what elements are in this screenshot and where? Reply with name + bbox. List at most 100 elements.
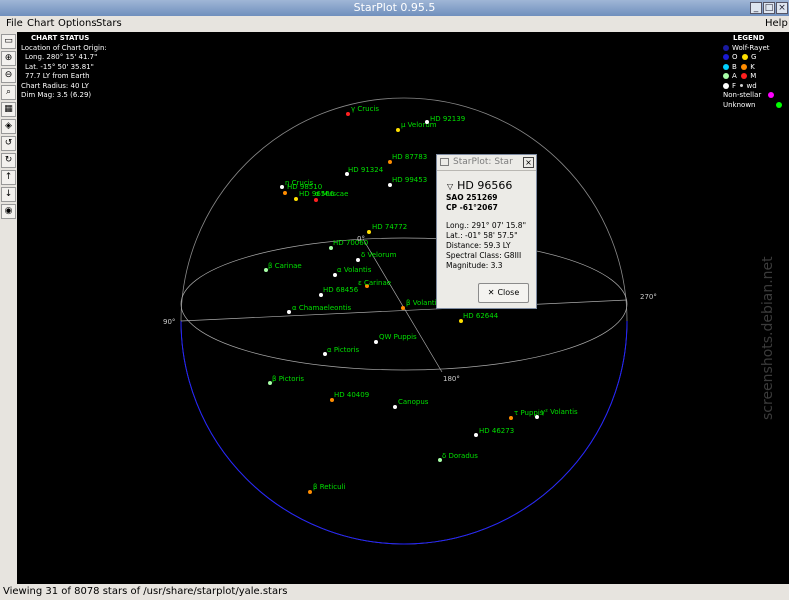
star-marker[interactable] — [425, 120, 429, 124]
zoom-out-icon[interactable]: ⊖ — [1, 68, 16, 83]
star-label: Canopus — [398, 398, 429, 406]
star-marker[interactable] — [287, 310, 291, 314]
star-marker[interactable] — [393, 405, 397, 409]
rotate-left-icon[interactable]: ↺ — [1, 136, 16, 151]
star-label: β Carinae — [268, 262, 302, 270]
chart-status-line: Location of Chart Origin: — [21, 43, 107, 52]
collapse-triangle-icon[interactable]: ▽ — [447, 182, 453, 191]
star-label: α Pictoris — [327, 346, 360, 354]
menu-file[interactable]: File — [6, 16, 23, 32]
minimize-button[interactable]: _ — [750, 2, 762, 14]
legend-row: A M — [723, 72, 785, 82]
dialog-spectral: Spectral Class: G8III — [446, 251, 522, 260]
dialog-star-header[interactable]: ▽ HD 96566 — [447, 179, 512, 192]
star-label: HD 99453 — [392, 176, 427, 184]
chart-status-line: 77.7 LY from Earth — [25, 72, 90, 80]
star-marker[interactable] — [294, 197, 298, 201]
legend-swatch-k — [741, 63, 748, 70]
legend-swatch-g — [741, 54, 748, 60]
axis-label-270: 270° — [640, 293, 657, 301]
rotate-right-icon[interactable]: ↻ — [1, 153, 16, 168]
dialog-distance: Distance: 59.3 LY — [446, 241, 511, 250]
search-icon[interactable]: ⌕ — [1, 85, 16, 100]
star-marker[interactable] — [509, 416, 513, 420]
chart-status-line: Dim Mag: 3.5 (6.29) — [21, 91, 92, 99]
close-window-button[interactable]: × — [776, 2, 788, 14]
star-label: δ Doradus — [442, 452, 478, 460]
legend-swatch-wr — [723, 44, 729, 51]
axis-line-90-270 — [180, 299, 628, 322]
dialog-magnitude: Magnitude: 3.3 — [446, 261, 503, 270]
star-marker[interactable] — [283, 191, 287, 195]
star-label: γ Crucis — [351, 105, 379, 113]
legend-label: Wolf-Rayet — [732, 43, 770, 52]
star-marker[interactable] — [356, 258, 360, 262]
close-x-icon: ✕ — [487, 288, 495, 297]
legend-heading: LEGEND — [733, 34, 765, 42]
star-label: QW Puppis — [379, 333, 417, 341]
star-chart[interactable]: 90° 270° 0° 180° γ Crucis μ Velorum HD 921… — [17, 32, 789, 584]
legend-row: Unknown — [723, 101, 785, 111]
menu-stars[interactable]: Stars — [96, 16, 122, 32]
star-label: α Muscae — [315, 190, 348, 198]
close-button[interactable]: ✕ Close — [478, 283, 529, 303]
axis-label-90: 90° — [163, 318, 175, 326]
legend-label: K — [750, 62, 755, 71]
star-marker[interactable] — [280, 185, 284, 189]
legend-row: Non-stellar — [723, 91, 785, 101]
legend-label: M — [750, 72, 757, 80]
zoom-in-icon[interactable]: ⊕ — [1, 51, 16, 66]
star-marker[interactable] — [401, 306, 405, 310]
galactic-plane-ellipse — [180, 237, 628, 371]
legend-label: G — [750, 53, 757, 61]
chart-status-line: Long. 280° 15' 41.7" — [25, 53, 98, 61]
star-marker[interactable] — [346, 112, 350, 116]
move-down-icon[interactable]: ↓ — [1, 187, 16, 202]
star-marker[interactable] — [308, 490, 312, 494]
tool-bar: ▭ ⊕ ⊖ ⌕ ▦ ◈ ↺ ↻ ↑ ↓ ◉ — [0, 32, 17, 584]
star-label: HD 70060 — [333, 239, 368, 247]
star-label: HD 87783 — [392, 153, 427, 161]
dialog-title-bar[interactable]: StarPlot: Star × — [437, 155, 536, 171]
star-label: HD 46273 — [479, 427, 514, 435]
open-folder-icon[interactable]: ▭ — [1, 34, 16, 49]
star-label: ε Carinae — [358, 279, 391, 287]
globe-icon[interactable]: ◉ — [1, 204, 16, 219]
dialog-close-icon[interactable]: × — [523, 157, 534, 168]
legend-row: F wd — [723, 82, 785, 92]
star-info-dialog[interactable]: StarPlot: Star × ▽ HD 96566 SAO 251269 CP… — [436, 154, 537, 309]
legend-label: F — [732, 81, 737, 90]
window-title: StarPlot 0.95.5 — [353, 1, 436, 14]
menu-help[interactable]: Help — [765, 16, 788, 32]
dialog-title: StarPlot: Star — [453, 157, 513, 167]
dialog-lat: Lat.: -01° 58' 57.5" — [446, 231, 518, 240]
star-marker[interactable] — [535, 415, 539, 419]
star-marker[interactable] — [367, 230, 371, 234]
star-marker[interactable] — [474, 433, 478, 437]
star-marker[interactable] — [396, 128, 400, 132]
legend-label: wd — [746, 81, 757, 90]
menu-options[interactable]: Options — [58, 16, 97, 32]
star-marker[interactable] — [374, 340, 378, 344]
window-icon — [440, 158, 449, 166]
legend-label: A — [732, 72, 737, 80]
maximize-button[interactable]: □ — [763, 2, 775, 14]
status-bar: Viewing 31 of 8078 stars of /usr/share/s… — [0, 584, 789, 600]
chart-status-line: Chart Radius: 40 LY — [21, 81, 89, 90]
star-marker[interactable] — [314, 198, 318, 202]
legend-row: B K — [723, 63, 785, 73]
legend-swatch-b — [723, 63, 729, 70]
legend-row: O G — [723, 53, 785, 63]
legend-swatch-o — [723, 54, 729, 60]
star-label: HD 40409 — [334, 391, 369, 399]
menu-chart[interactable]: Chart — [27, 16, 54, 32]
close-button-label: Close — [497, 288, 520, 297]
menu-bar: File Chart Options Stars Help — [0, 16, 789, 32]
chart-settings-icon[interactable]: ▦ — [1, 102, 16, 117]
legend-label: Non-stellar — [723, 91, 762, 99]
center-icon[interactable]: ◈ — [1, 119, 16, 134]
chart-status-heading: CHART STATUS — [31, 34, 90, 42]
star-label: β Pictoris — [272, 375, 304, 383]
legend-label: Unknown — [723, 100, 756, 109]
move-up-icon[interactable]: ↑ — [1, 170, 16, 185]
